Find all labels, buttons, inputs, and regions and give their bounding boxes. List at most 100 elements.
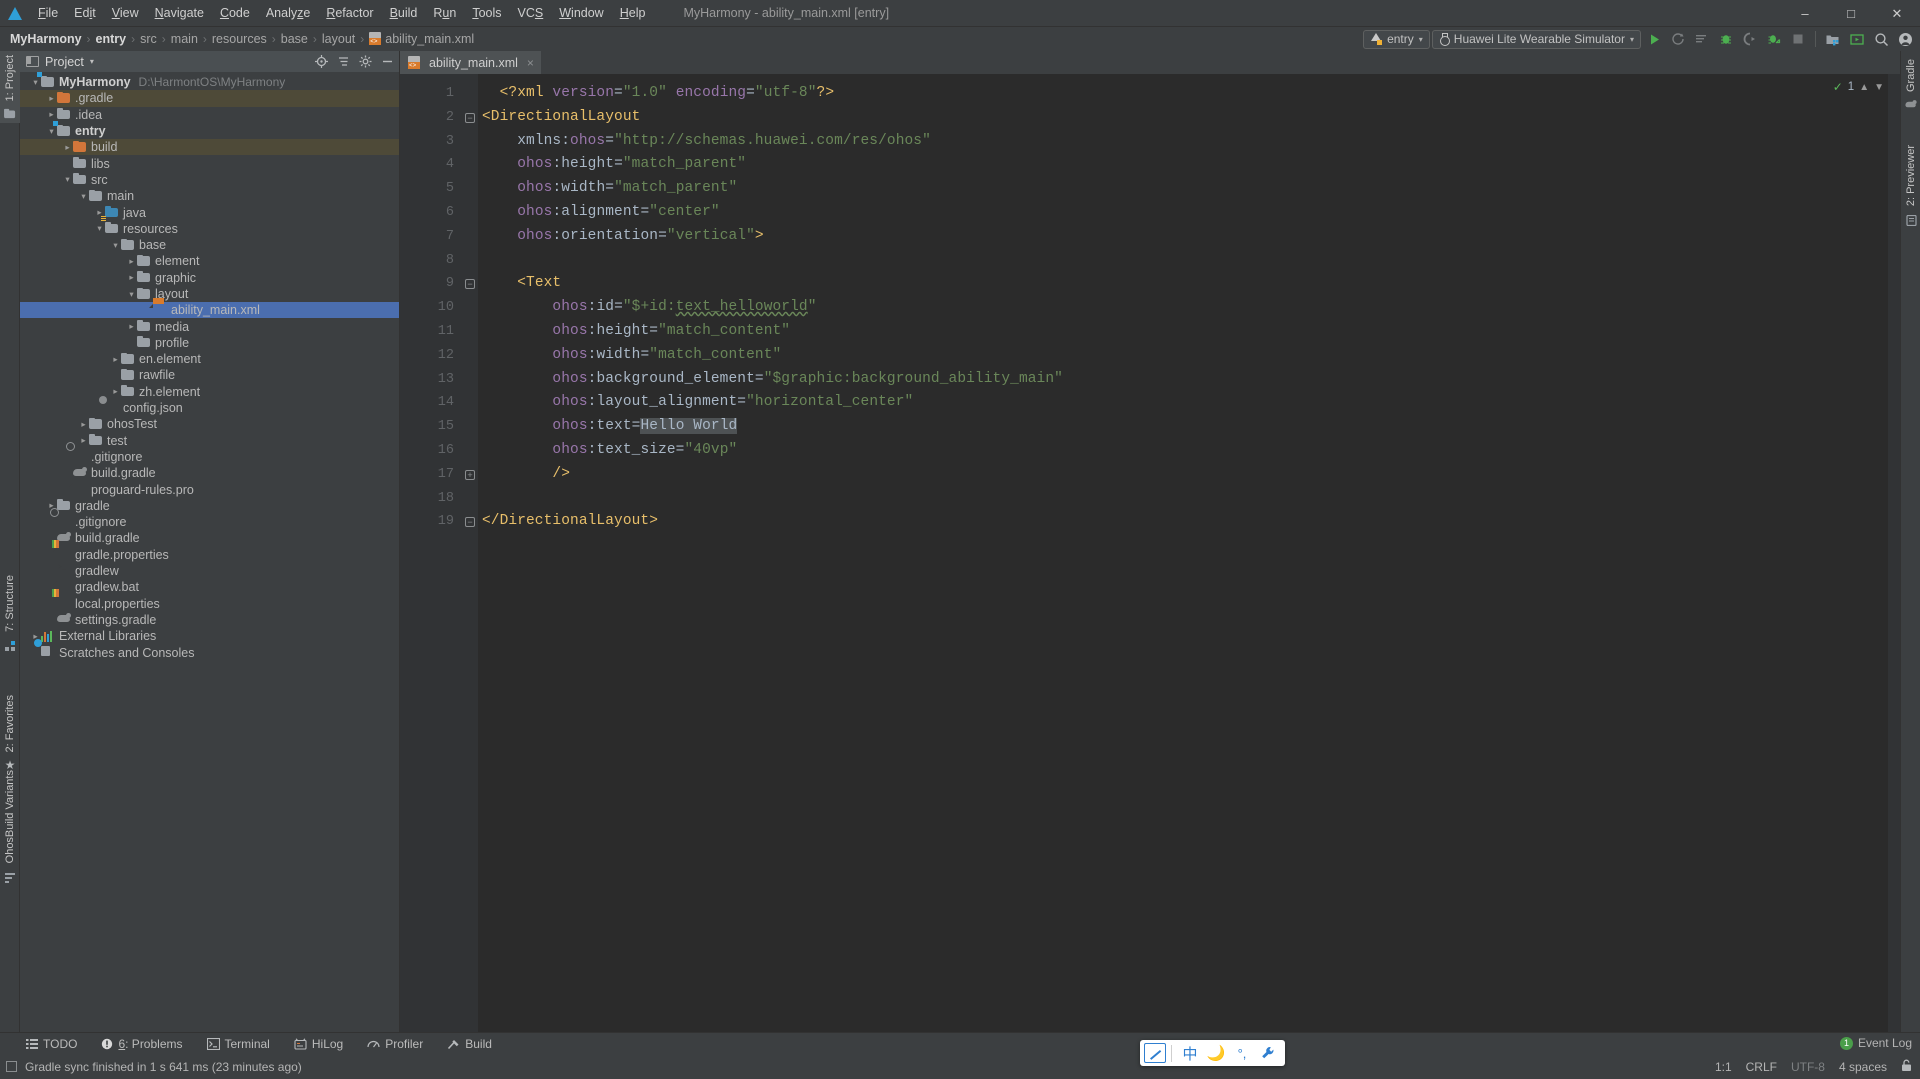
chevron-down-icon[interactable]: ▾ [30,77,41,88]
moon-icon[interactable]: 🌙 [1203,1042,1229,1064]
code-line[interactable]: xmlns:ohos="http://schemas.huawei.com/re… [478,130,1900,154]
tree-node-test[interactable]: ▸ test [20,433,399,449]
close-icon[interactable]: ✕ [1874,0,1920,27]
hide-icon[interactable] [380,54,395,69]
tool-window-button-6-problems[interactable]: 6: Problems [97,1036,186,1052]
tree-node-main[interactable]: ▾ main [20,188,399,204]
fold-expand-icon[interactable]: + [465,469,475,480]
chevron-down-icon[interactable]: ▾ [62,174,73,185]
account-icon[interactable] [1894,29,1916,50]
code-line[interactable]: ohos:height="match_parent" [478,153,1900,177]
tree-node-resources[interactable]: ▾ resources [20,216,399,237]
tree-node-base[interactable]: ▾ base [20,237,399,253]
event-log-button[interactable]: 1 Event Log [1839,1036,1912,1050]
code-line[interactable]: /> [478,463,1900,487]
menu-item-edit[interactable]: Edit [66,3,104,23]
chevron-right-icon[interactable]: ▸ [126,272,137,283]
code-line[interactable]: <Text [478,272,1900,296]
menu-item-analyze[interactable]: Analyze [258,3,318,23]
tree-node-layout[interactable]: ▾ layout [20,286,399,302]
tree-node-scratches-and-consoles[interactable]: Scratches and Consoles [20,644,399,660]
menu-item-code[interactable]: Code [212,3,258,23]
breadcrumb-item-entry[interactable]: entry [94,32,129,46]
fold-collapse-icon[interactable]: − [465,112,475,123]
menu-item-refactor[interactable]: Refactor [318,3,381,23]
next-problem-icon[interactable]: ▼ [1874,82,1884,93]
code-line[interactable]: </DirectionalLayout> [478,510,1900,534]
chevron-right-icon[interactable]: ▸ [126,256,137,267]
menu-item-vcs[interactable]: VCS [510,3,552,23]
chevron-down-icon[interactable]: ▾ [110,240,121,251]
tool-window-button-terminal[interactable]: Terminal [203,1036,274,1052]
chevron-down-icon[interactable]: ▾ [126,289,137,300]
file-encoding[interactable]: UTF-8 [1791,1060,1825,1074]
chevron-down-icon[interactable]: ▾ [90,57,94,66]
breadcrumb-item-main[interactable]: main [169,32,200,46]
breadcrumb-item-base[interactable]: base [279,32,310,46]
menu-item-navigate[interactable]: Navigate [147,3,212,23]
search-everywhere-icon[interactable] [1870,29,1892,50]
code-line[interactable] [478,487,1900,511]
tree-node-gradlew-bat[interactable]: gradlew.bat [20,579,399,595]
chevron-right-icon[interactable]: ▸ [62,142,73,153]
breadcrumb-item-myharmony[interactable]: MyHarmony [8,32,84,46]
tree-node-settings-gradle[interactable]: settings.gradle [20,612,399,628]
locate-icon[interactable] [314,54,329,69]
chevron-right-icon[interactable]: ▸ [78,419,89,430]
breadcrumb-item-src[interactable]: src [138,32,159,46]
code-line[interactable]: ohos:width="match_parent" [478,177,1900,201]
sidebar-item-previewer[interactable]: 2: Previewer [1901,141,1920,235]
tree-node-local-properties[interactable]: local.properties [20,596,399,612]
fold-collapse-icon[interactable]: − [465,279,475,290]
punctuation-icon[interactable]: °, [1229,1042,1255,1064]
sidebar-item-structure[interactable]: 7: Structure [0,571,20,661]
code-editor[interactable]: 1 2 3 4 5 6 7 8 9 10 11 12 13 14 15 16 17 18 19 − − + − <?xml… [400,74,1900,1032]
tree-node-graphic[interactable]: ▸ graphic [20,270,399,286]
tree-node-myharmony[interactable]: ▾ MyHarmony D:\HarmontOS\MyHarmony [20,72,399,90]
code-line[interactable]: ohos:background_element="$graphic:backgr… [478,368,1900,392]
code-line[interactable]: ohos:width="match_content" [478,344,1900,368]
tree-node-zh-element[interactable]: ▸ zh.element [20,384,399,400]
tree-node-en-element[interactable]: ▸ en.element [20,351,399,367]
tree-node--gitignore[interactable]: .gitignore [20,514,399,530]
line-separator[interactable]: CRLF [1746,1060,1777,1074]
code-folding-gutter[interactable]: − − + − [462,74,478,1032]
tree-node-ohostest[interactable]: ▸ ohosTest [20,416,399,432]
avd-manager-icon[interactable] [1846,29,1868,50]
caret-position[interactable]: 1:1 [1715,1060,1732,1074]
chevron-right-icon[interactable]: ▸ [46,93,57,104]
tree-node-build-gradle[interactable]: build.gradle [20,465,399,481]
tree-node-libs[interactable]: libs [20,155,399,171]
chevron-right-icon[interactable]: ▸ [110,354,121,365]
tree-node--gitignore[interactable]: .gitignore [20,449,399,465]
unlocked-icon[interactable] [1901,1059,1912,1075]
code-line[interactable]: ohos:alignment="center" [478,201,1900,225]
minimize-icon[interactable]: – [1782,0,1828,27]
chevron-down-icon[interactable]: ▾ [46,126,57,137]
tree-node-gradle-properties[interactable]: gradle.properties [20,547,399,563]
tree-node-media[interactable]: ▸ media [20,318,399,334]
tool-window-button-todo[interactable]: TODO [22,1036,81,1052]
code-line[interactable]: ohos:text_size="40vp" [478,439,1900,463]
chinese-mode-icon[interactable]: 中 [1177,1042,1203,1064]
tree-node-entry[interactable]: ▾ entry [20,120,399,139]
wrench-icon[interactable] [1255,1042,1281,1064]
menu-item-build[interactable]: Build [382,3,426,23]
tree-node-element[interactable]: ▸ element [20,253,399,269]
tree-node-rawfile[interactable]: rawfile [20,367,399,383]
code-line[interactable]: ohos:text=Hello World [478,415,1900,439]
tree-node-profile[interactable]: profile [20,335,399,351]
tool-window-button-profiler[interactable]: Profiler [363,1036,427,1052]
chevron-right-icon[interactable]: ▸ [110,386,121,397]
debug-icon[interactable] [1715,29,1737,50]
collapse-all-icon[interactable] [336,54,351,69]
run-with-coverage-icon[interactable] [1691,29,1713,50]
menu-item-file[interactable]: File [30,3,66,23]
settings-icon[interactable] [358,54,373,69]
code-line[interactable]: ohos:orientation="vertical"> [478,225,1900,249]
tree-node--idea[interactable]: ▸ .idea [20,107,399,123]
editor-tab-ability-main-xml[interactable]: ability_main.xml × [400,51,541,74]
error-stripe-marker[interactable] [1888,74,1900,1032]
tree-node-external-libraries[interactable]: ▸ External Libraries [20,628,399,644]
chevron-down-icon[interactable]: ▾ [94,223,105,234]
